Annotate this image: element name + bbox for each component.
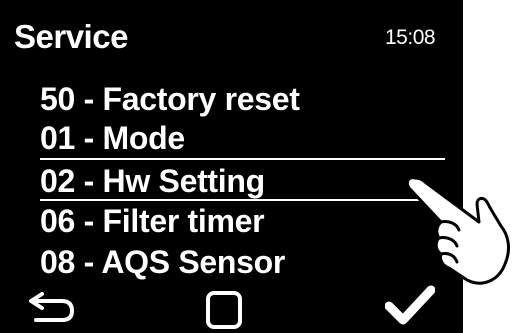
menu-item-factory-reset[interactable]: 50 - Factory reset xyxy=(40,81,300,117)
pointing-hand-icon xyxy=(405,176,510,285)
clock-time: 15:08 xyxy=(385,26,436,49)
menu-item-hw-setting[interactable]: 02 - Hw Setting xyxy=(40,163,265,199)
menu-item-mode[interactable]: 01 - Mode xyxy=(40,120,185,156)
selection-top-divider xyxy=(40,158,445,160)
page-title: Service xyxy=(14,18,128,55)
device-screen: Service 15:08 50 - Factory reset 01 - Mo… xyxy=(0,0,463,333)
checkmark-icon[interactable] xyxy=(385,284,435,326)
selection-bottom-divider xyxy=(40,199,445,201)
menu-item-aqs-sensor[interactable]: 08 - AQS Sensor xyxy=(40,244,285,280)
menu-item-filter-timer[interactable]: 06 - Filter timer xyxy=(40,203,265,239)
back-arrow-icon[interactable] xyxy=(28,286,76,324)
square-icon[interactable] xyxy=(205,290,243,330)
